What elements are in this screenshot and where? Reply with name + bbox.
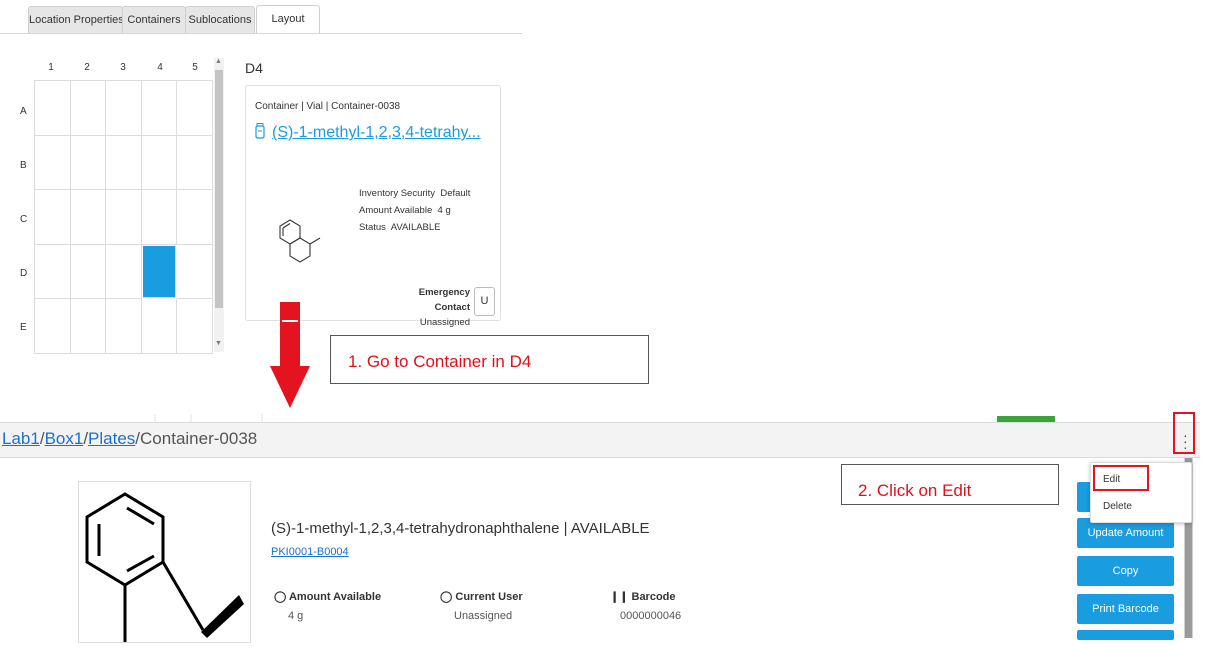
menu-item-delete[interactable]: Delete <box>1103 501 1132 512</box>
tab-bar: Location Properties Containers Sublocati… <box>0 0 522 34</box>
barcode-icon: ❙❙ <box>610 591 629 603</box>
emergency-contact-label: Emergency Contact <box>418 287 470 313</box>
scroll-up-icon[interactable]: ▲ <box>215 58 222 65</box>
attribute-barcode: ❙❙ Barcode 0000000046 <box>610 588 681 626</box>
grid-cell[interactable] <box>177 244 213 300</box>
grid-cell[interactable] <box>106 81 142 136</box>
grid-cell[interactable] <box>35 81 71 136</box>
grid-cell[interactable] <box>70 135 107 191</box>
molecule-structure-image <box>78 481 251 643</box>
breadcrumb-box1[interactable]: Box1 <box>45 429 84 448</box>
attribute-value: 0000000046 <box>620 610 682 622</box>
faint-dividers <box>154 414 263 422</box>
grid-cell[interactable] <box>141 81 178 136</box>
well-grid <box>34 80 213 354</box>
tab-location-properties[interactable]: Location Properties <box>28 6 124 33</box>
breadcrumb-plates[interactable]: Plates <box>88 429 135 448</box>
row-header: A <box>20 106 27 117</box>
print-barcode-button[interactable]: Print Barcode <box>1077 594 1174 624</box>
attribute-current-user: ◯ Current User Unassigned <box>440 588 523 626</box>
tab-layout[interactable]: Layout <box>256 5 320 33</box>
grid-cell[interactable] <box>35 135 71 191</box>
attribute-label: Amount Available <box>288 591 382 603</box>
container-card: Container | Vial | Container-0038 (S)-1-… <box>245 85 501 328</box>
attribute-label: Current User <box>455 591 523 603</box>
grid-cell[interactable] <box>35 244 71 300</box>
grid-cell[interactable] <box>70 81 107 136</box>
container-name-link[interactable]: (S)-1-methyl-1,2,3,4-tetrahy... <box>272 124 481 142</box>
grid-cell[interactable] <box>177 81 213 136</box>
breadcrumb-current: Container-0038 <box>140 429 258 448</box>
status-label: Status <box>359 222 386 233</box>
container-properties: Inventory Security Default Amount Availa… <box>359 185 470 236</box>
column-header: 2 <box>84 62 90 73</box>
attribute-amount-available: ◯ Amount Available 4 g <box>274 588 381 626</box>
grid-cell[interactable] <box>106 135 142 191</box>
amount-value: 4 g <box>437 205 451 216</box>
menu-item-edit[interactable]: Edit <box>1103 474 1120 485</box>
row-header: B <box>20 160 27 171</box>
grid-cell[interactable] <box>70 299 107 354</box>
column-header: 4 <box>157 62 163 73</box>
edit-highlight-box <box>1093 465 1149 491</box>
emergency-contact: Emergency Contact Unassigned <box>386 285 470 330</box>
row-header: E <box>20 322 27 333</box>
grid-cell[interactable] <box>70 244 107 300</box>
red-arrow-down-icon <box>270 302 310 413</box>
amount-label: Amount Available <box>359 205 433 216</box>
grid-cell-d4-selected[interactable] <box>142 245 177 299</box>
attribute-value: Unassigned <box>454 610 513 622</box>
user-icon: ◯ <box>440 591 453 603</box>
more-action-button[interactable] <box>1077 630 1174 640</box>
clock-icon: ◯ <box>274 591 287 603</box>
status-value: AVAILABLE <box>390 222 441 233</box>
row-header: C <box>20 214 28 225</box>
inventory-security-value: Default <box>440 188 471 199</box>
grid-cell[interactable] <box>141 299 178 354</box>
attribute-value: 4 g <box>288 610 304 622</box>
grid-cell[interactable] <box>177 135 213 191</box>
column-header: 3 <box>120 62 126 73</box>
instruction-callout-step1: 1. Go to Container in D4 <box>330 335 649 384</box>
column-header: 5 <box>192 62 198 73</box>
emergency-contact-value: Unassigned <box>419 317 470 328</box>
tab-sublocations[interactable]: Sublocations <box>185 6 255 33</box>
column-header: 1 <box>48 62 54 73</box>
container-title: (S)-1-methyl-1,2,3,4-tetrahydronaphthale… <box>271 520 650 537</box>
grid-cell[interactable] <box>106 244 142 300</box>
detail-header-bar: Lab1/Box1/Plates/Container-0038 <box>0 422 1200 458</box>
copy-button[interactable]: Copy <box>1077 556 1174 586</box>
scroll-down-icon[interactable]: ▼ <box>215 340 222 347</box>
molecule-thumbnail <box>276 214 326 273</box>
row-header: D <box>20 268 28 279</box>
grid-cell[interactable] <box>141 190 178 245</box>
grid-cell[interactable] <box>177 299 213 354</box>
grid-cell[interactable] <box>141 135 178 191</box>
grid-cell[interactable] <box>35 190 71 245</box>
grid-cell[interactable] <box>106 190 142 245</box>
container-id-link[interactable]: PKI0001-B0004 <box>271 546 349 558</box>
tab-containers[interactable]: Containers <box>122 6 186 33</box>
inventory-security-label: Inventory Security <box>359 188 436 199</box>
breadcrumb-lab1[interactable]: Lab1 <box>2 429 40 448</box>
grid-scrollbar[interactable]: ▲ ▼ <box>214 58 224 352</box>
kebab-menu-icon: · · · <box>1183 427 1188 455</box>
options-dropdown-menu: Edit Delete <box>1090 462 1192 523</box>
breadcrumb: Lab1/Box1/Plates/Container-0038 <box>2 429 257 449</box>
instruction-callout-step2: 2. Click on Edit <box>841 464 1059 505</box>
selected-position-label: D4 <box>245 60 263 76</box>
emergency-contact-button[interactable]: U <box>474 287 495 316</box>
grid-cell[interactable] <box>35 299 71 354</box>
grid-cell[interactable] <box>177 190 213 245</box>
more-options-button[interactable]: · · · <box>1173 412 1195 454</box>
scroll-thumb[interactable] <box>215 70 223 308</box>
card-crumb: Container | Vial | Container-0038 <box>255 101 401 112</box>
vial-icon <box>254 123 266 144</box>
grid-cell[interactable] <box>70 190 107 245</box>
attribute-label: Barcode <box>631 591 676 603</box>
grid-cell[interactable] <box>106 299 142 354</box>
